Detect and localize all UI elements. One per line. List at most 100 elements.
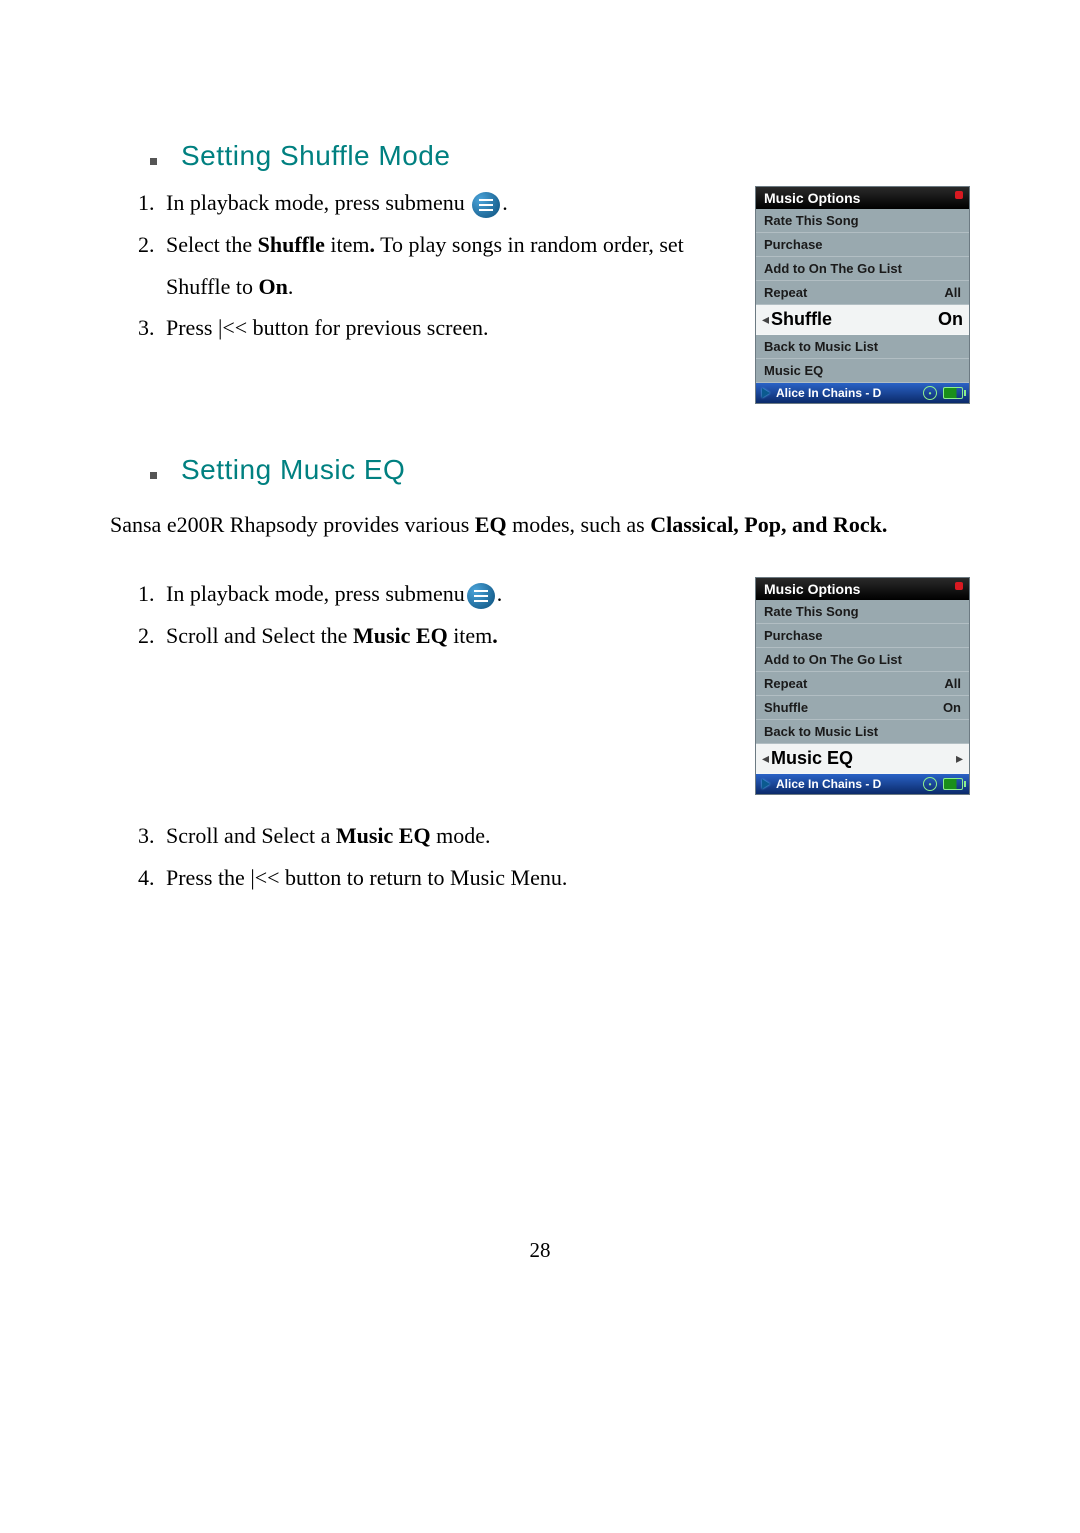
- menu-label: Add to On The Go List: [764, 652, 902, 667]
- brand-dot-icon: [955, 191, 963, 199]
- page-number: 28: [0, 1238, 1080, 1263]
- triangle-left-icon: ◂: [762, 311, 769, 328]
- menu-item[interactable]: Back to Music List: [756, 335, 969, 359]
- section-content: In playback mode, press submenu. Scroll …: [110, 573, 970, 795]
- intro-bold: EQ: [475, 512, 507, 537]
- menu-label: Shuffle: [764, 700, 808, 715]
- menu-item-selected[interactable]: ◂ Shuffle On: [756, 305, 969, 335]
- section-intro: Sansa e200R Rhapsody provides various EQ…: [110, 506, 970, 543]
- steps-column: In playback mode, press submenu . Select…: [110, 182, 725, 349]
- rhapsody-icon: •: [923, 777, 937, 791]
- device-title: Music Options: [764, 581, 860, 597]
- step-item: Select the Shuffle item. To play songs i…: [160, 224, 725, 308]
- section-heading-row: Setting Music EQ: [110, 454, 970, 496]
- step-bold: Shuffle: [258, 232, 325, 257]
- menu-item[interactable]: Repeat All: [756, 672, 969, 696]
- menu-item[interactable]: Repeat All: [756, 281, 969, 305]
- menu-label: Music EQ: [769, 748, 956, 769]
- step-item: Press the |<< button to return to Music …: [160, 857, 970, 899]
- step-item: Press |<< button for previous screen.: [160, 307, 725, 349]
- step-item: In playback mode, press submenu.: [160, 573, 725, 615]
- step-text: mode.: [431, 823, 491, 848]
- now-playing-bar: Alice In Chains - D •: [756, 774, 969, 794]
- intro-text: modes, such as: [507, 512, 651, 537]
- submenu-icon: [467, 583, 495, 609]
- menu-label: Shuffle: [769, 309, 938, 330]
- device-screenshot: Music Options Rate This Song Purchase Ad…: [755, 577, 970, 795]
- rhapsody-icon: •: [923, 386, 937, 400]
- menu-label: Repeat: [764, 676, 807, 691]
- step-text: item: [325, 232, 370, 257]
- battery-icon: [943, 387, 963, 399]
- submenu-icon: [472, 192, 500, 218]
- ordered-steps: In playback mode, press submenu. Scroll …: [160, 573, 725, 657]
- now-playing-text: Alice In Chains - D: [776, 386, 917, 400]
- menu-item[interactable]: Music EQ: [756, 359, 969, 383]
- step-item: Scroll and Select the Music EQ item.: [160, 615, 725, 657]
- menu-label: Back to Music List: [764, 339, 878, 354]
- menu-label: Rate This Song: [764, 604, 859, 619]
- document-page: Setting Shuffle Mode In playback mode, p…: [0, 0, 1080, 1533]
- step-text: Scroll and Select the: [166, 623, 353, 648]
- steps-column: In playback mode, press submenu. Scroll …: [110, 573, 725, 657]
- section-heading-row: Setting Shuffle Mode: [110, 140, 970, 182]
- menu-value: All: [944, 676, 961, 691]
- step-text: .: [288, 274, 294, 299]
- menu-item[interactable]: Shuffle On: [756, 696, 969, 720]
- ordered-steps: In playback mode, press submenu . Select…: [160, 182, 725, 349]
- menu-label: Repeat: [764, 285, 807, 300]
- device-title-bar: Music Options: [756, 578, 969, 600]
- menu-item[interactable]: Add to On The Go List: [756, 257, 969, 281]
- now-playing-bar: Alice In Chains - D •: [756, 383, 969, 403]
- menu-label: Purchase: [764, 237, 823, 252]
- intro-text: Sansa e200R Rhapsody provides various: [110, 512, 475, 537]
- step-bold: .: [492, 623, 498, 648]
- menu-label: Purchase: [764, 628, 823, 643]
- menu-item[interactable]: Purchase: [756, 233, 969, 257]
- play-icon: [762, 779, 770, 789]
- menu-label: Rate This Song: [764, 213, 859, 228]
- step-text: In playback mode, press submenu: [166, 581, 465, 606]
- menu-item[interactable]: Purchase: [756, 624, 969, 648]
- step-text: Press the |<< button to return to Music …: [166, 865, 567, 890]
- menu-label: Back to Music List: [764, 724, 878, 739]
- ordered-steps-cont: Scroll and Select a Music EQ mode. Press…: [160, 815, 970, 899]
- menu-item[interactable]: Rate This Song: [756, 209, 969, 233]
- bullet-icon: [150, 472, 157, 479]
- menu-item-selected[interactable]: ◂ Music EQ ▸: [756, 744, 969, 774]
- menu-value: On: [938, 309, 963, 330]
- section-heading: Setting Shuffle Mode: [181, 140, 450, 172]
- step-bold: On: [258, 274, 287, 299]
- triangle-left-icon: ◂: [762, 750, 769, 767]
- menu-label: Music EQ: [764, 363, 823, 378]
- step-text: In playback mode, press submenu: [166, 190, 465, 215]
- bullet-icon: [150, 158, 157, 165]
- battery-icon: [943, 778, 963, 790]
- step-text: .: [502, 190, 508, 215]
- menu-item[interactable]: Rate This Song: [756, 600, 969, 624]
- section-content: In playback mode, press submenu . Select…: [110, 182, 970, 404]
- device-title-bar: Music Options: [756, 187, 969, 209]
- menu-value: On: [943, 700, 961, 715]
- menu-label: Add to On The Go List: [764, 261, 902, 276]
- step-text: Press |<< button for previous screen.: [166, 315, 489, 340]
- brand-dot-icon: [955, 582, 963, 590]
- triangle-right-icon: ▸: [956, 750, 963, 767]
- intro-bold: Classical, Pop, and Rock.: [650, 512, 887, 537]
- step-bold: Music EQ: [336, 823, 431, 848]
- step-text: item: [448, 623, 493, 648]
- step-text: .: [497, 581, 503, 606]
- device-screenshot: Music Options Rate This Song Purchase Ad…: [755, 186, 970, 404]
- section-heading: Setting Music EQ: [181, 454, 405, 486]
- step-item: In playback mode, press submenu .: [160, 182, 725, 224]
- step-bold: Music EQ: [353, 623, 448, 648]
- play-icon: [762, 388, 770, 398]
- step-item: Scroll and Select a Music EQ mode.: [160, 815, 970, 857]
- step-text: Scroll and Select a: [166, 823, 336, 848]
- device-title: Music Options: [764, 190, 860, 206]
- menu-item[interactable]: Add to On The Go List: [756, 648, 969, 672]
- menu-item[interactable]: Back to Music List: [756, 720, 969, 744]
- step-text: Select the: [166, 232, 258, 257]
- menu-value: All: [944, 285, 961, 300]
- now-playing-text: Alice In Chains - D: [776, 777, 917, 791]
